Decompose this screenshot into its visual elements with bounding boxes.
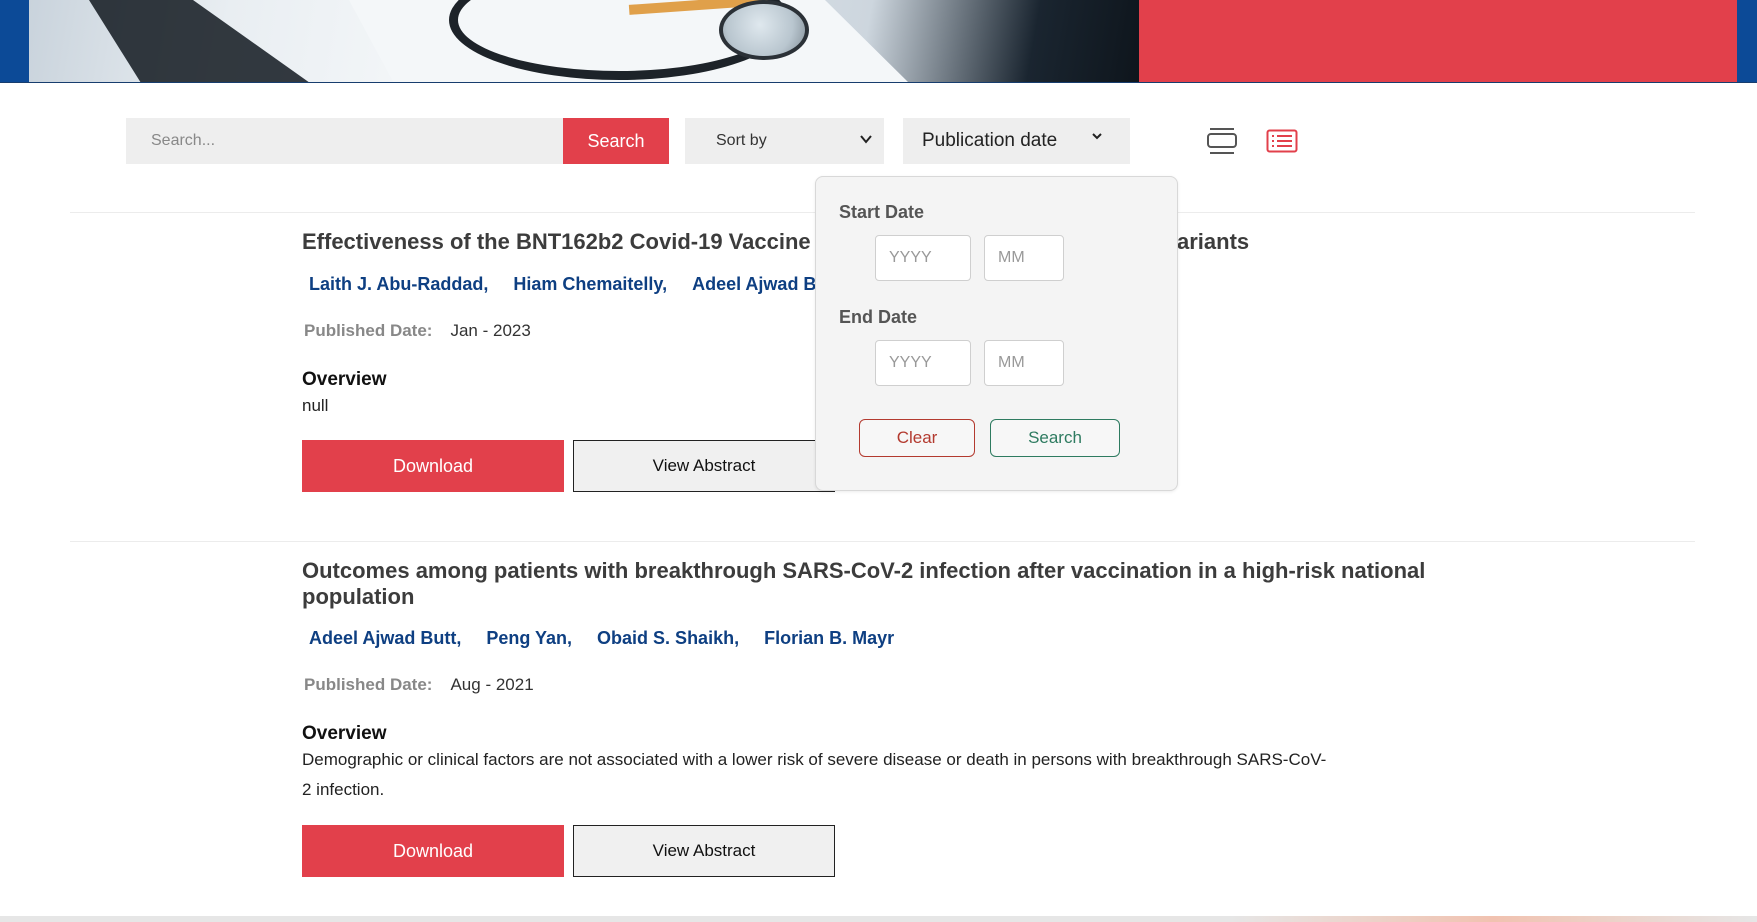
banner-left-edge (0, 0, 29, 83)
view-abstract-button[interactable]: View Abstract (573, 440, 835, 492)
sort-by-select[interactable]: Sort by (685, 118, 884, 164)
clear-button[interactable]: Clear (859, 419, 975, 457)
start-date-label: Start Date (839, 202, 925, 222)
author-list: Laith J. Abu-Raddad, Hiam Chemaitelly, A… (302, 274, 845, 295)
footer-divider (0, 916, 1757, 922)
published-date-label: Published Date: (304, 321, 433, 340)
chevron-down-icon (860, 132, 872, 149)
author-link[interactable]: Florian B. Mayr (764, 628, 894, 649)
download-button[interactable]: Download (302, 440, 564, 492)
sort-by-label: Sort by (716, 132, 767, 149)
overview-text: Demographic or clinical factors are not … (302, 750, 1327, 799)
article-title[interactable]: Outcomes among patients with breakthroug… (302, 558, 1502, 610)
author-link[interactable]: Laith J. Abu-Raddad, (309, 274, 488, 295)
overview-heading: Overview (302, 723, 387, 744)
article-title-tail: ariants (1177, 229, 1250, 254)
published-date: Published Date: Aug - 2021 (304, 675, 534, 695)
search-button[interactable]: Search (563, 118, 669, 164)
author-link[interactable]: Peng Yan, (486, 628, 572, 649)
date-search-button[interactable]: Search (990, 419, 1120, 457)
publication-date-toggle[interactable]: Publication date (903, 118, 1130, 164)
published-date-value: Jan - 2023 (450, 321, 531, 340)
published-date: Published Date: Jan - 2023 (304, 321, 531, 341)
start-month-input[interactable]: MM (984, 235, 1064, 281)
author-link[interactable]: Adeel Ajwad Butt, (309, 628, 461, 649)
chevron-down-icon (1091, 129, 1103, 146)
download-button[interactable]: Download (302, 825, 564, 877)
overview-heading: Overview (302, 369, 387, 390)
view-abstract-button[interactable]: View Abstract (573, 825, 835, 877)
banner-stethoscope-image (29, 0, 1139, 83)
start-year-input[interactable]: YYYY (875, 235, 971, 281)
end-date-label: End Date (839, 307, 918, 327)
search-input[interactable]: Search... (126, 118, 563, 164)
published-date-label: Published Date: (304, 675, 433, 694)
banner-right-edge (1737, 0, 1757, 83)
author-link[interactable]: Adeel Ajwad Bu (692, 274, 827, 295)
end-year-input[interactable]: YYYY (875, 340, 971, 386)
author-link[interactable]: Hiam Chemaitelly, (513, 274, 667, 295)
list-view-icon[interactable] (1266, 129, 1298, 153)
end-month-input[interactable]: MM (984, 340, 1064, 386)
author-link[interactable]: Obaid S. Shaikh, (597, 628, 739, 649)
date-filter-popover: Start Date YYYY MM End Date YYYY MM Clea… (815, 176, 1178, 491)
header-banner (0, 0, 1757, 83)
published-date-value: Aug - 2021 (450, 675, 534, 694)
divider (70, 541, 1695, 542)
card-view-icon[interactable] (1206, 127, 1238, 155)
article-title[interactable]: Effectiveness of the BNT162b2 Covid-19 V… (302, 229, 811, 255)
banner-red-panel (1139, 0, 1737, 83)
publication-date-label: Publication date (922, 130, 1058, 151)
author-list: Adeel Ajwad Butt, Peng Yan, Obaid S. Sha… (302, 628, 912, 649)
